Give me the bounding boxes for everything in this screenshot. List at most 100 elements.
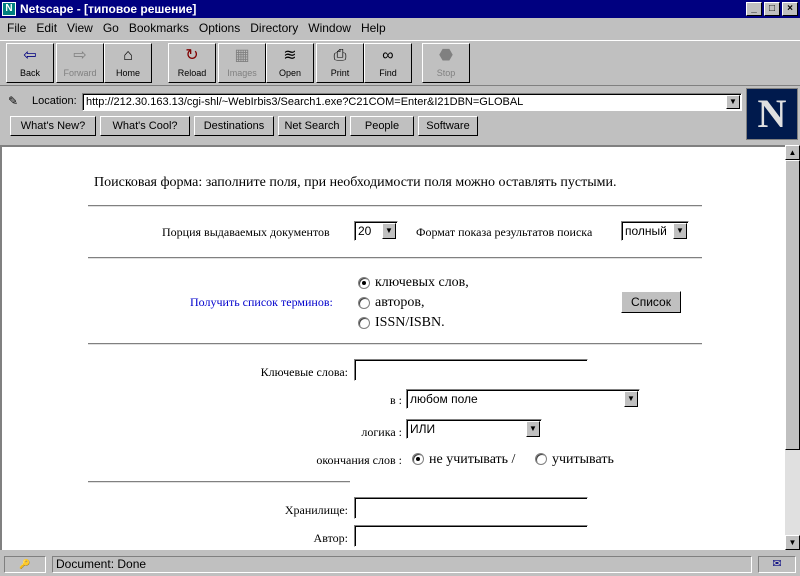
scroll-down-icon[interactable]: ▼ bbox=[785, 535, 800, 550]
print-button[interactable]: ⎙ Print bbox=[316, 43, 364, 83]
menu-directory[interactable]: Directory bbox=[245, 21, 303, 35]
portion-select[interactable]: 20 ▼ bbox=[354, 221, 398, 241]
vertical-scrollbar[interactable]: ▲ ▼ bbox=[785, 145, 800, 550]
images-label: Images bbox=[227, 68, 257, 78]
endings-radio-consider[interactable] bbox=[535, 453, 547, 465]
back-label: Back bbox=[19, 68, 40, 78]
chevron-down-icon[interactable]: ▼ bbox=[673, 223, 687, 239]
menu-bar: File Edit View Go Bookmarks Options Dire… bbox=[0, 18, 800, 38]
endings-consider-label: учитывать bbox=[552, 452, 614, 467]
whats-new-button[interactable]: What's New? bbox=[10, 116, 96, 136]
logic-select[interactable]: ИЛИ ▼ bbox=[406, 419, 542, 439]
terms-list-link[interactable]: Получить список терминов: bbox=[190, 295, 333, 310]
field-select[interactable]: любом поле ▼ bbox=[406, 389, 640, 409]
chevron-down-icon[interactable]: ▼ bbox=[624, 391, 638, 407]
chevron-down-icon[interactable]: ▼ bbox=[382, 223, 396, 239]
menu-view[interactable]: View bbox=[62, 21, 98, 35]
portion-value: 20 bbox=[358, 224, 372, 238]
stop-button[interactable]: ⬣ Stop bbox=[422, 43, 470, 83]
terms-option-issn: ISSN/ISBN. bbox=[375, 315, 445, 330]
back-button[interactable]: ⇦ Back bbox=[6, 43, 54, 83]
destinations-button[interactable]: Destinations bbox=[194, 116, 274, 136]
reload-button[interactable]: ↻ Reload bbox=[168, 43, 216, 83]
whats-cool-button[interactable]: What's Cool? bbox=[100, 116, 190, 136]
in-label: в : bbox=[390, 393, 402, 407]
open-icon: ≋ bbox=[283, 47, 297, 64]
forward-arrow-icon: ⇨ bbox=[73, 47, 87, 64]
terms-radio-issn[interactable] bbox=[358, 317, 370, 329]
close-button[interactable]: × bbox=[782, 2, 798, 16]
format-label: Формат показа результатов поиска bbox=[416, 225, 593, 239]
chevron-down-icon[interactable]: ▼ bbox=[526, 421, 540, 437]
page-content: Поисковая форма: заполните поля, при нео… bbox=[0, 145, 785, 550]
menu-window[interactable]: Window bbox=[303, 21, 356, 35]
url-dropdown-button[interactable]: ▼ bbox=[726, 95, 740, 109]
author-label: Автор: bbox=[313, 531, 348, 545]
terms-option-authors: авторов, bbox=[375, 295, 425, 310]
keywords-label: Ключевые слова: bbox=[260, 365, 348, 379]
title-bar: N Netscape - [типовое решение] _ □ × bbox=[0, 0, 800, 18]
reload-label: Reload bbox=[177, 68, 207, 78]
divider bbox=[88, 205, 702, 207]
status-text: Document: Done bbox=[52, 556, 752, 573]
net-search-button[interactable]: Net Search bbox=[278, 116, 346, 136]
reload-icon: ↻ bbox=[185, 47, 199, 64]
scroll-thumb[interactable] bbox=[785, 160, 800, 450]
form-intro: Поисковая форма: заполните поля, при нео… bbox=[94, 175, 617, 190]
status-bar: 🔑 Document: Done ✉ bbox=[0, 553, 800, 576]
portion-label: Порция выдаваемых документов bbox=[162, 225, 330, 239]
stop-label: Stop bbox=[436, 68, 456, 78]
home-button[interactable]: ⌂ Home bbox=[104, 43, 152, 83]
menu-edit[interactable]: Edit bbox=[31, 21, 62, 35]
images-icon: ▦ bbox=[234, 47, 250, 64]
find-label: Find bbox=[379, 68, 397, 78]
format-select[interactable]: полный ▼ bbox=[621, 221, 689, 241]
format-value: полный bbox=[625, 224, 667, 238]
keywords-input[interactable] bbox=[354, 359, 588, 381]
terms-option-keywords: ключевых слов, bbox=[375, 275, 469, 290]
maximize-button[interactable]: □ bbox=[764, 2, 780, 16]
forward-button[interactable]: ⇨ Forward bbox=[56, 43, 104, 83]
open-button[interactable]: ≋ Open bbox=[266, 43, 314, 83]
url-field[interactable]: http://212.30.163.13/cgi-shl/~WebIrbis3/… bbox=[82, 93, 742, 111]
location-bar: ✎ Location: http://212.30.163.13/cgi-shl… bbox=[0, 90, 745, 114]
author-input[interactable] bbox=[354, 525, 588, 547]
directory-bar: What's New? What's Cool? Destinations Ne… bbox=[0, 114, 745, 138]
endings-radio-ignore[interactable] bbox=[412, 453, 424, 465]
netscape-icon: N bbox=[2, 2, 16, 16]
forward-label: Forward bbox=[63, 68, 97, 78]
menu-help[interactable]: Help bbox=[356, 21, 391, 35]
find-button[interactable]: ∞ Find bbox=[364, 43, 412, 83]
mail-icon[interactable]: ✉ bbox=[758, 556, 796, 573]
menu-go[interactable]: Go bbox=[98, 21, 124, 35]
security-key-icon[interactable]: 🔑 bbox=[4, 556, 46, 573]
binoculars-icon: ∞ bbox=[382, 47, 394, 64]
software-button[interactable]: Software bbox=[418, 116, 478, 136]
print-label: Print bbox=[330, 68, 350, 78]
url-text: http://212.30.163.13/cgi-shl/~WebIrbis3/… bbox=[86, 96, 524, 108]
logic-label: логика : bbox=[361, 425, 402, 439]
open-label: Open bbox=[278, 68, 302, 78]
storage-input[interactable] bbox=[354, 497, 588, 519]
terms-radio-keywords[interactable] bbox=[358, 277, 370, 289]
divider bbox=[88, 481, 350, 483]
menu-file[interactable]: File bbox=[2, 21, 31, 35]
field-value: любом поле bbox=[410, 392, 478, 406]
minimize-button[interactable]: _ bbox=[746, 2, 762, 16]
endings-label: окончания слов : bbox=[316, 453, 402, 467]
menu-options[interactable]: Options bbox=[194, 21, 245, 35]
terms-radio-authors[interactable] bbox=[358, 297, 370, 309]
people-button[interactable]: People bbox=[350, 116, 414, 136]
scroll-up-icon[interactable]: ▲ bbox=[785, 145, 800, 160]
page-proxy-icon[interactable]: ✎ bbox=[8, 94, 22, 110]
printer-icon: ⎙ bbox=[333, 47, 347, 64]
divider bbox=[88, 257, 702, 259]
home-label: Home bbox=[115, 68, 140, 78]
location-label: Location: bbox=[32, 95, 77, 107]
list-button[interactable]: Список bbox=[621, 291, 681, 313]
menu-bookmarks[interactable]: Bookmarks bbox=[124, 21, 194, 35]
netscape-logo[interactable]: N bbox=[746, 88, 798, 140]
images-button[interactable]: ▦ Images bbox=[218, 43, 266, 83]
home-icon: ⌂ bbox=[123, 47, 133, 64]
storage-label: Хранилище: bbox=[284, 503, 348, 517]
